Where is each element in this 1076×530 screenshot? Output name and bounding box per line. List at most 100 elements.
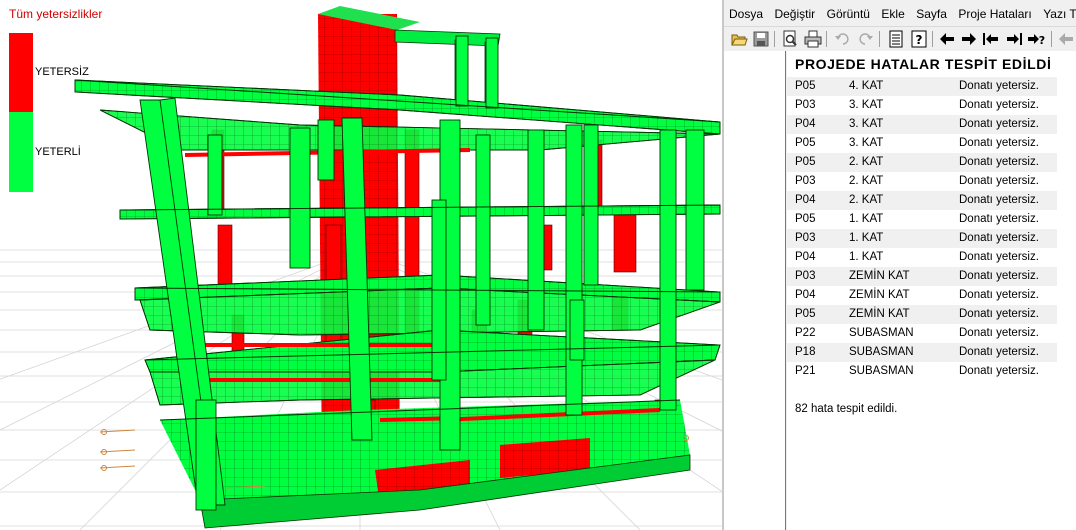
error-code: P05 [795,137,816,149]
error-message: Donatı yetersiz. [959,213,1039,225]
error-message: Donatı yetersiz. [959,270,1039,282]
menu-yazi[interactable]: Yazı T [1038,7,1076,21]
error-message: Donatı yetersiz. [959,346,1039,358]
menu-sayfa[interactable]: Sayfa [911,7,947,21]
error-row[interactable]: P21 SUBASMAN Donatı yetersiz. [787,362,1057,381]
error-row[interactable]: P04 3. KAT Donatı yetersiz. [787,115,1057,134]
save-icon[interactable] [752,30,770,48]
error-code: P04 [795,251,816,263]
error-message: Donatı yetersiz. [959,327,1039,339]
error-floor: 1. KAT [849,213,884,225]
toolbar-separator [1051,31,1052,47]
error-message: Donatı yetersiz. [959,137,1039,149]
back-icon[interactable] [1057,30,1075,48]
error-code: P04 [795,118,816,130]
error-message: Donatı yetersiz. [959,289,1039,301]
report-page[interactable]: PROJEDE HATALAR TESPİT EDİLDİ P05 4. KAT D… [787,51,1076,530]
error-code: P05 [795,156,816,168]
menu-proje-hatalari[interactable]: Proje Hataları [953,7,1031,21]
error-floor: SUBASMAN [849,346,914,358]
error-code: P18 [795,346,816,358]
toolbar-separator [774,31,775,47]
error-floor: ZEMİN KAT [849,270,910,282]
open-icon[interactable] [730,30,748,48]
error-code: P22 [795,327,816,339]
error-code: P05 [795,308,816,320]
error-row[interactable]: P05 ZEMİN KAT Donatı yetersiz. [787,305,1057,324]
error-message: Donatı yetersiz. [959,99,1039,111]
error-message: Donatı yetersiz. [959,118,1039,130]
error-code: P21 [795,365,816,377]
report-margin-panel [724,51,786,530]
menu-bar: Dosya Değiştir Görüntü Ekle Sayfa Proje … [724,5,1076,25]
error-row[interactable]: P03 ZEMİN KAT Donatı yetersiz. [787,267,1057,286]
error-floor: 3. KAT [849,137,884,149]
error-row[interactable]: P05 1. KAT Donatı yetersiz. [787,210,1057,229]
error-floor: 1. KAT [849,232,884,244]
error-message: Donatı yetersiz. [959,308,1039,320]
error-code: P05 [795,80,816,92]
error-row[interactable]: P05 4. KAT Donatı yetersiz. [787,77,1057,96]
error-row[interactable]: P18 SUBASMAN Donatı yetersiz. [787,343,1057,362]
error-message: Donatı yetersiz. [959,175,1039,187]
error-report-window: Dosya Değiştir Görüntü Ekle Sayfa Proje … [724,0,1076,530]
error-code: P04 [795,194,816,206]
error-floor: 2. KAT [849,156,884,168]
error-row[interactable]: P05 3. KAT Donatı yetersiz. [787,134,1057,153]
error-floor: ZEMİN KAT [849,289,910,301]
error-row[interactable]: P05 2. KAT Donatı yetersiz. [787,153,1057,172]
svg-text:?: ? [1039,34,1045,47]
error-floor: 2. KAT [849,175,884,187]
arrow-left-icon[interactable] [938,30,956,48]
error-row[interactable]: P22 SUBASMAN Donatı yetersiz. [787,324,1057,343]
error-code: P05 [795,213,816,225]
menu-ekle[interactable]: Ekle [876,7,904,21]
undo-icon[interactable] [834,30,852,48]
error-floor: ZEMİN KAT [849,308,910,320]
toolbar: ? ? [724,26,1076,51]
error-code: P04 [795,289,816,301]
goto-icon[interactable]: ? [1028,30,1046,48]
error-code: P03 [795,175,816,187]
menu-degistir[interactable]: Değiştir [769,7,815,21]
error-code: P03 [795,270,816,282]
legend-sufficient-swatch [9,112,33,192]
last-icon[interactable] [1005,30,1023,48]
error-row[interactable]: P03 3. KAT Donatı yetersiz. [787,96,1057,115]
error-floor: 3. KAT [849,99,884,111]
help-icon[interactable]: ? [910,30,928,48]
error-list: P05 4. KAT Donatı yetersiz. P03 3. KAT Donatı… [787,77,1057,381]
print-preview-icon[interactable] [781,30,799,48]
error-row[interactable]: P03 2. KAT Donatı yetersiz. [787,172,1057,191]
building-3d-model[interactable] [0,0,722,530]
error-count-summary: 82 hata tespit edildi. [795,403,898,415]
error-floor: SUBASMAN [849,365,914,377]
error-floor: 3. KAT [849,118,884,130]
legend-insufficient-label: YETERSİZ [35,66,89,78]
table-icon[interactable] [887,30,905,48]
redo-icon[interactable] [856,30,874,48]
error-message: Donatı yetersiz. [959,194,1039,206]
menu-dosya[interactable]: Dosya [724,7,763,21]
legend-title: Tüm yetersizlikler [9,7,103,21]
legend-insufficient-swatch [9,33,33,112]
error-code: P03 [795,99,816,111]
legend-sufficient-label: YETERLİ [35,146,81,158]
error-message: Donatı yetersiz. [959,80,1039,92]
structure-3d-viewport[interactable]: Tüm yetersizlikler YETERSİZ YETERLİ [0,0,724,530]
toolbar-separator [879,31,880,47]
error-row[interactable]: P04 2. KAT Donatı yetersiz. [787,191,1057,210]
report-title: PROJEDE HATALAR TESPİT EDİLDİ [795,56,1052,72]
toolbar-separator [826,31,827,47]
error-row[interactable]: P04 ZEMİN KAT Donatı yetersiz. [787,286,1057,305]
print-icon[interactable] [804,30,822,48]
error-floor: 4. KAT [849,80,884,92]
error-floor: 1. KAT [849,251,884,263]
error-row[interactable]: P03 1. KAT Donatı yetersiz. [787,229,1057,248]
first-icon[interactable] [982,30,1000,48]
error-row[interactable]: P04 1. KAT Donatı yetersiz. [787,248,1057,267]
svg-text:?: ? [916,33,923,47]
menu-goruntu[interactable]: Görüntü [822,7,870,21]
arrow-right-icon[interactable] [960,30,978,48]
error-message: Donatı yetersiz. [959,251,1039,263]
